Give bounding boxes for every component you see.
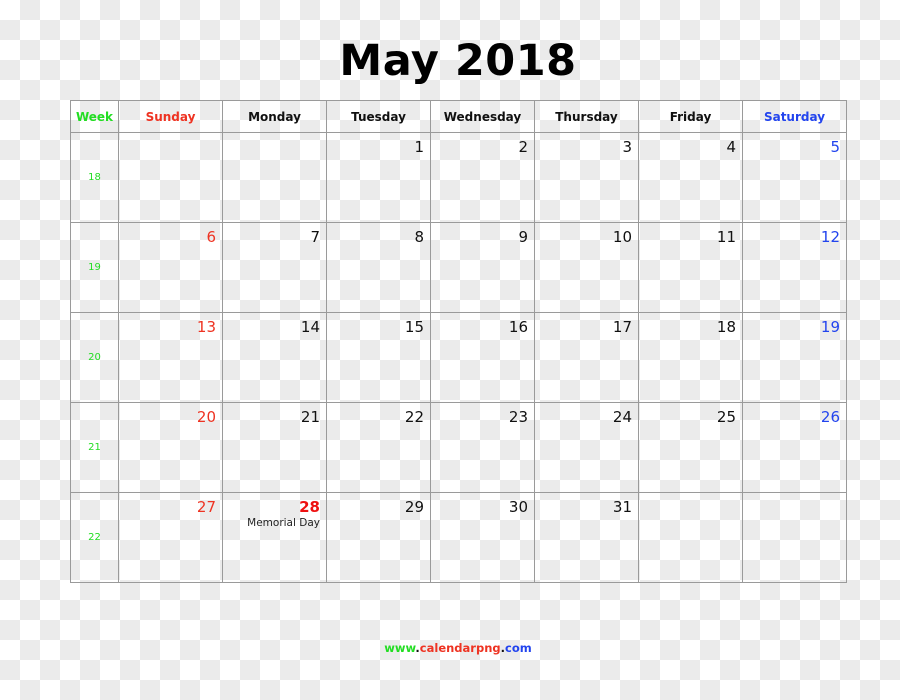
- day-cell[interactable]: 16: [430, 312, 535, 403]
- day-cell[interactable]: 12: [742, 222, 847, 313]
- day-number: 14: [300, 318, 320, 336]
- day-cell[interactable]: 28 Memorial Day: [222, 492, 327, 583]
- day-cell[interactable]: 30: [430, 492, 535, 583]
- day-cell[interactable]: 14: [222, 312, 327, 403]
- day-cell[interactable]: 26: [742, 402, 847, 493]
- header-tuesday: Tuesday: [326, 100, 431, 133]
- day-cell[interactable]: 20: [118, 402, 223, 493]
- day-number: [119, 133, 222, 138]
- week-row: 22 27 28 Memorial Day 29 30 31: [70, 492, 847, 583]
- empty-day-cell: [638, 492, 743, 583]
- empty-day-cell: [118, 132, 223, 223]
- day-cell[interactable]: 25: [638, 402, 743, 493]
- day-cell[interactable]: 2: [430, 132, 535, 223]
- day-cell[interactable]: 17: [534, 312, 639, 403]
- day-number: [639, 493, 742, 498]
- day-number: 23: [508, 408, 528, 426]
- day-number: 27: [196, 498, 216, 516]
- week-row: 20 13 14 15 16 17 18 19: [70, 312, 847, 403]
- day-number: 22: [404, 408, 424, 426]
- week-number: 19: [70, 222, 119, 313]
- header-thursday: Thursday: [534, 100, 639, 133]
- header-friday: Friday: [638, 100, 743, 133]
- header-wednesday: Wednesday: [430, 100, 535, 133]
- day-cell[interactable]: 1: [326, 132, 431, 223]
- week-row: 18 1 2 3 4 5: [70, 132, 847, 223]
- holiday-label: Memorial Day: [247, 517, 320, 529]
- day-number: 21: [300, 408, 320, 426]
- header-week: Week: [70, 100, 119, 133]
- day-cell[interactable]: 15: [326, 312, 431, 403]
- day-number: 16: [508, 318, 528, 336]
- day-number: 1: [414, 138, 424, 156]
- day-number: 29: [404, 498, 424, 516]
- day-number: [223, 133, 326, 138]
- day-cell[interactable]: 4: [638, 132, 743, 223]
- day-number: 12: [820, 228, 840, 246]
- week-row: 19 6 7 8 9 10 11 12: [70, 222, 847, 313]
- day-cell[interactable]: 11: [638, 222, 743, 313]
- day-number: 4: [726, 138, 736, 156]
- day-cell[interactable]: 29: [326, 492, 431, 583]
- footer-name: calendarpng: [419, 641, 501, 655]
- day-number: 7: [310, 228, 320, 246]
- day-number: 9: [518, 228, 528, 246]
- footer-website: www.calendarpng.com: [0, 641, 900, 655]
- day-cell[interactable]: 18: [638, 312, 743, 403]
- day-cell[interactable]: 3: [534, 132, 639, 223]
- footer-www: www: [384, 641, 416, 655]
- day-cell[interactable]: 8: [326, 222, 431, 313]
- day-number: 17: [612, 318, 632, 336]
- day-cell[interactable]: 27: [118, 492, 223, 583]
- week-number: 21: [70, 402, 119, 493]
- day-number: 2: [518, 138, 528, 156]
- footer-tld: com: [505, 641, 532, 655]
- day-number: 11: [716, 228, 736, 246]
- day-number: 10: [612, 228, 632, 246]
- day-cell[interactable]: 23: [430, 402, 535, 493]
- day-number: 24: [612, 408, 632, 426]
- header-saturday: Saturday: [742, 100, 847, 133]
- day-number: 25: [716, 408, 736, 426]
- header-row: Week Sunday Monday Tuesday Wednesday Thu…: [70, 100, 847, 133]
- day-number: 26: [820, 408, 840, 426]
- day-cell[interactable]: 7: [222, 222, 327, 313]
- day-number: 31: [612, 498, 632, 516]
- empty-day-cell: [742, 492, 847, 583]
- day-cell[interactable]: 31: [534, 492, 639, 583]
- day-cell[interactable]: 22: [326, 402, 431, 493]
- day-number: 8: [414, 228, 424, 246]
- day-number: 28: [299, 498, 320, 516]
- day-cell[interactable]: 19: [742, 312, 847, 403]
- day-number: 18: [716, 318, 736, 336]
- day-number: 20: [196, 408, 216, 426]
- day-number: 13: [196, 318, 216, 336]
- day-cell[interactable]: 9: [430, 222, 535, 313]
- day-number: 5: [830, 138, 840, 156]
- day-number: [743, 493, 846, 498]
- week-row: 21 20 21 22 23 24 25 26: [70, 402, 847, 493]
- week-number: 20: [70, 312, 119, 403]
- day-number: 3: [622, 138, 632, 156]
- empty-day-cell: [222, 132, 327, 223]
- day-cell[interactable]: 24: [534, 402, 639, 493]
- day-cell[interactable]: 10: [534, 222, 639, 313]
- day-number: 19: [820, 318, 840, 336]
- week-number: 22: [70, 492, 119, 583]
- day-cell[interactable]: 6: [118, 222, 223, 313]
- day-cell[interactable]: 5: [742, 132, 847, 223]
- calendar-title: May 2018: [339, 36, 577, 86]
- header-monday: Monday: [222, 100, 327, 133]
- calendar-grid: Week Sunday Monday Tuesday Wednesday Thu…: [70, 100, 847, 583]
- day-number: 6: [206, 228, 216, 246]
- day-cell[interactable]: 13: [118, 312, 223, 403]
- day-number: 15: [404, 318, 424, 336]
- day-number: 30: [508, 498, 528, 516]
- week-number: 18: [70, 132, 119, 223]
- day-cell[interactable]: 21: [222, 402, 327, 493]
- header-sunday: Sunday: [118, 100, 223, 133]
